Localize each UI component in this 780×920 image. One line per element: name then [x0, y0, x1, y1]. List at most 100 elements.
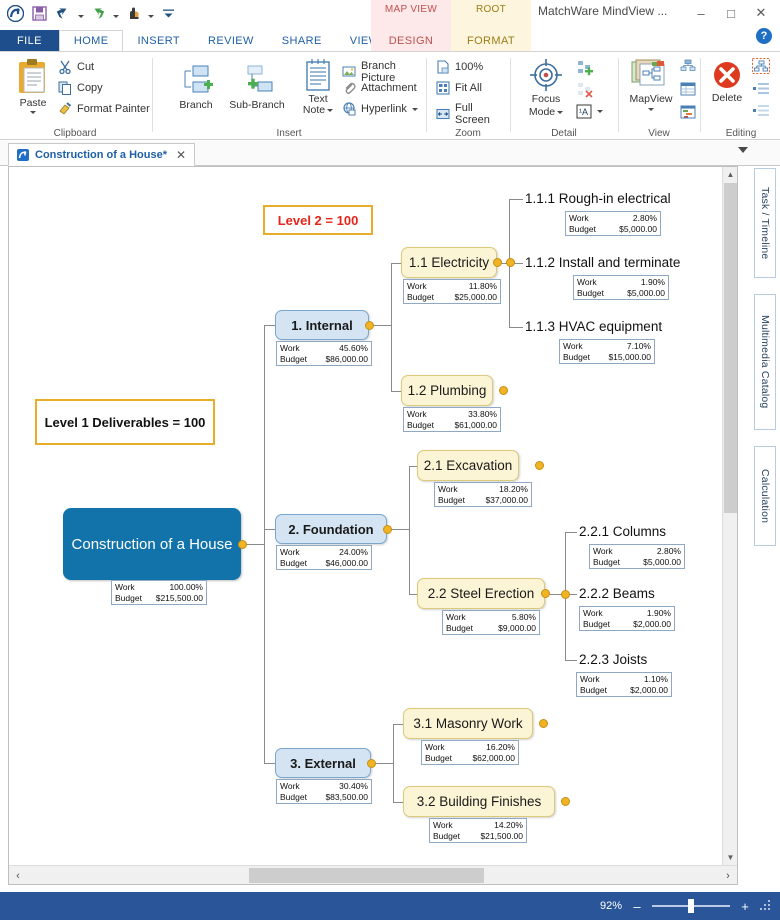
fit-all-button[interactable]: Fit All: [436, 81, 482, 95]
callout-level-2[interactable]: Level 2 = 100: [263, 205, 373, 235]
mindmap-node-3-2[interactable]: 3.2 Building Finishes Work 14.20% Budget $…: [403, 786, 555, 843]
focus-mode-dropdown-icon[interactable]: [557, 111, 564, 114]
show-all-levels-button[interactable]: [576, 60, 594, 76]
scroll-left-icon[interactable]: ‹: [9, 866, 27, 885]
text-note-button[interactable]: Text Note: [296, 58, 340, 116]
select-same-level-button[interactable]: [752, 104, 770, 118]
node-2-box[interactable]: 2. Foundation: [275, 514, 387, 544]
mindmap-node-1-2[interactable]: 1.2 Plumbing Work 33.80% Budget $61,000.00: [401, 375, 501, 432]
tab-review[interactable]: REVIEW: [194, 30, 268, 52]
mindmap-node-3-1[interactable]: 3.1 Masonry Work Work 16.20% Budget $62,00…: [403, 708, 533, 765]
hide-levels-button[interactable]: [576, 82, 594, 98]
node-1-1-expand-knob[interactable]: [493, 258, 502, 267]
full-screen-button[interactable]: Full Screen: [436, 102, 508, 126]
zoom-100-button[interactable]: 100%: [436, 60, 483, 74]
node-1-1-2-title[interactable]: 1.1.2 Install and terminate: [525, 255, 680, 270]
undo-dropdown-icon[interactable]: [76, 3, 85, 23]
side-tab-task-timeline[interactable]: Task / Timeline: [754, 168, 776, 278]
node-1-1-2-knob[interactable]: [506, 258, 515, 267]
mindmap-node-2-1[interactable]: 2.1 Excavation Work 18.20% Budget $37,000.…: [417, 450, 532, 507]
minimize-button[interactable]: –: [686, 2, 716, 24]
text-level-dropdown-icon[interactable]: [597, 110, 603, 113]
node-2-1-box[interactable]: 2.1 Excavation: [417, 450, 519, 481]
tab-design[interactable]: DESIGN: [371, 30, 451, 52]
node-1-expand-knob[interactable]: [365, 321, 374, 330]
mindmap-node-2-2-2[interactable]: 2.2.2 Beams Work 1.90% Budget $2,000.00: [579, 586, 675, 631]
root-expand-knob[interactable]: [238, 540, 247, 549]
resize-grip-icon[interactable]: [760, 900, 772, 912]
format-painter-button[interactable]: Format Painter: [58, 102, 150, 116]
node-2-2-2-title[interactable]: 2.2.2 Beams: [579, 586, 655, 601]
branch-focus-toggle-button[interactable]: ¹A: [576, 104, 603, 119]
zoom-slider-knob[interactable]: [688, 899, 694, 913]
mindmap-node-1-1[interactable]: 1.1 Electricity Work 11.80% Budget $25,000…: [401, 247, 501, 304]
paste-button[interactable]: Paste: [10, 58, 56, 114]
mindmap-node-2[interactable]: 2. Foundation Work 24.00% Budget $46,000.0…: [275, 514, 387, 570]
node-2-1-expand-knob[interactable]: [535, 461, 544, 470]
document-tab-close-icon[interactable]: ✕: [176, 148, 186, 162]
mindmap-node-1-1-1[interactable]: 1.1.1 Rough-in electrical Work 2.80% Budg…: [525, 191, 671, 236]
node-1-2-expand-knob[interactable]: [499, 386, 508, 395]
mapview-dropdown-icon[interactable]: [648, 108, 654, 111]
mindview-app-icon[interactable]: [4, 2, 26, 24]
canvas-vertical-scrollbar[interactable]: ▲ ▼: [722, 167, 737, 865]
vertical-scroll-thumb[interactable]: [724, 183, 737, 513]
node-1-box[interactable]: 1. Internal: [275, 310, 369, 340]
mindmap-node-2-2-3[interactable]: 2.2.3 Joists Work 1.10% Budget $2,000.00: [576, 652, 672, 697]
canvas-horizontal-scrollbar[interactable]: ‹ ›: [9, 865, 737, 884]
maximize-button[interactable]: □: [716, 2, 746, 24]
customize-qat-icon[interactable]: [157, 2, 179, 24]
table-view-button[interactable]: [680, 82, 696, 96]
hyperlink-button[interactable]: Hyperlink: [342, 102, 418, 116]
sub-branch-button[interactable]: Sub-Branch: [224, 64, 290, 111]
tab-home[interactable]: HOME: [58, 30, 124, 52]
copy-button[interactable]: Copy: [58, 81, 103, 95]
focus-mode-button[interactable]: Focus Mode: [520, 58, 572, 118]
zoom-out-button[interactable]: –: [630, 899, 644, 914]
delete-button[interactable]: Delete: [704, 60, 750, 104]
mindmap-canvas[interactable]: Level 1 Deliverables = 100 Level 2 = 100…: [9, 167, 723, 865]
node-3-box[interactable]: 3. External: [275, 748, 371, 778]
scroll-up-icon[interactable]: ▲: [723, 167, 738, 182]
node-2-expand-knob[interactable]: [383, 525, 392, 534]
cut-button[interactable]: Cut: [58, 60, 94, 74]
attachment-button[interactable]: Attachment: [342, 81, 417, 95]
callout-level-1[interactable]: Level 1 Deliverables = 100: [35, 399, 215, 445]
branch-button[interactable]: Branch: [168, 64, 224, 111]
outline-view-button[interactable]: [680, 59, 696, 73]
scroll-right-icon[interactable]: ›: [719, 866, 737, 885]
redo-icon[interactable]: [87, 2, 109, 24]
paste-dropdown-icon[interactable]: [30, 111, 36, 114]
node-1-1-1-title[interactable]: 1.1.1 Rough-in electrical: [525, 191, 671, 206]
mapview-button[interactable]: MapView: [624, 58, 678, 111]
tab-insert[interactable]: INSERT: [123, 30, 194, 52]
tab-file[interactable]: FILE: [0, 30, 59, 52]
node-3-1-expand-knob[interactable]: [539, 719, 548, 728]
node-2-2-expand-knob[interactable]: [541, 589, 550, 598]
mindmap-node-2-2-1[interactable]: 2.2.1 Columns Work 2.80% Budget $5,000.00: [579, 524, 685, 569]
node-1-2-box[interactable]: 1.2 Plumbing: [401, 375, 493, 406]
tab-share[interactable]: SHARE: [268, 30, 336, 52]
redo-dropdown-icon[interactable]: [111, 3, 120, 23]
undo-icon[interactable]: [52, 2, 74, 24]
zoom-in-button[interactable]: +: [738, 899, 752, 914]
mindmap-node-1-1-2[interactable]: 1.1.2 Install and terminate Work 1.90% Bu…: [525, 255, 680, 300]
select-all-branches-button[interactable]: [752, 58, 770, 74]
node-3-2-expand-knob[interactable]: [561, 797, 570, 806]
root-node-box[interactable]: Construction of a House: [63, 508, 241, 580]
mindmap-node-1-1-3[interactable]: 1.1.3 HVAC equipment Work 7.10% Budget $15…: [525, 319, 662, 364]
hand-tool-icon[interactable]: [122, 2, 144, 24]
node-1-1-box[interactable]: 1.1 Electricity: [401, 247, 497, 278]
mindmap-node-3[interactable]: 3. External Work 30.40% Budget $83,500.00: [275, 748, 372, 804]
close-button[interactable]: ✕: [746, 2, 776, 24]
gantt-view-button[interactable]: [680, 105, 696, 119]
node-3-expand-knob[interactable]: [367, 759, 376, 768]
node-1-1-3-title[interactable]: 1.1.3 HVAC equipment: [525, 319, 662, 334]
document-tab[interactable]: Construction of a House* ✕: [8, 143, 196, 166]
mindmap-node-root[interactable]: Construction of a House Work 100.00% Budg…: [63, 508, 241, 605]
node-3-1-box[interactable]: 3.1 Masonry Work: [403, 708, 533, 739]
horizontal-scroll-thumb[interactable]: [249, 868, 484, 883]
side-tab-multimedia-catalog[interactable]: Multimedia Catalog: [754, 294, 776, 430]
mindmap-node-1[interactable]: 1. Internal Work 45.60% Budget $86,000.00: [275, 310, 372, 366]
node-2-2-1-title[interactable]: 2.2.1 Columns: [579, 524, 666, 539]
